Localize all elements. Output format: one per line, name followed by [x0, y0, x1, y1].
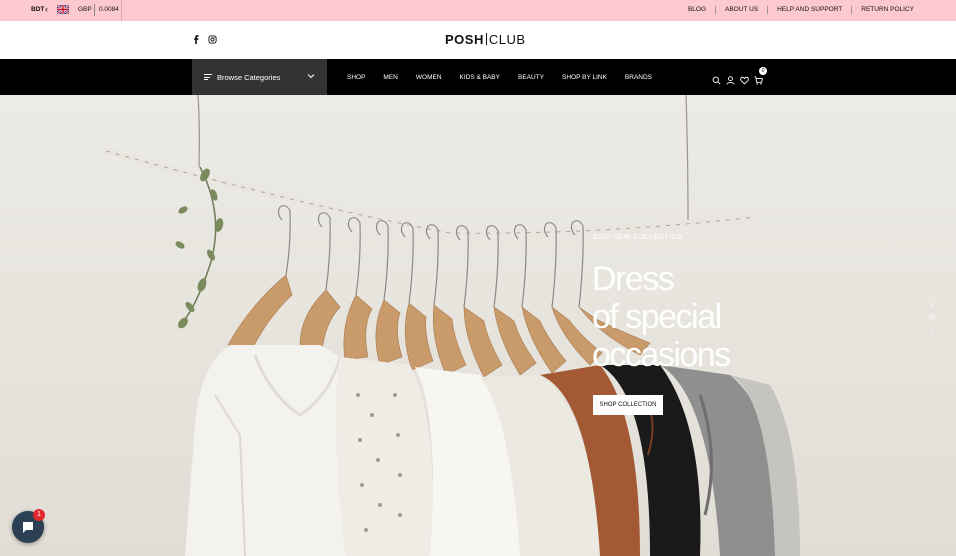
arrow-down-icon[interactable]: ↓: [926, 327, 938, 337]
heart-icon[interactable]: [740, 72, 749, 85]
exchange-rate: 0.0084: [99, 6, 119, 13]
top-bar: BDT ‹ GBP 0.0084 BLOG ABOUT US HELP AND …: [0, 0, 956, 21]
facebook-icon[interactable]: [192, 35, 201, 44]
nav-item-shop[interactable]: SHOP: [338, 74, 374, 81]
nav-item-men[interactable]: MEN: [374, 74, 406, 81]
hero-subtitle: 2020 NEW COLLECTION: [593, 234, 684, 241]
return-policy-link[interactable]: RETURN POLICY: [851, 6, 923, 14]
nav-item-shop-by-link[interactable]: SHOP BY LINK: [553, 74, 616, 81]
cart-count-badge: 0: [759, 67, 767, 75]
blog-link[interactable]: BLOG: [679, 6, 715, 14]
chat-icon: [23, 522, 33, 533]
site-logo[interactable]: POSH CLUB: [445, 32, 526, 47]
hero-headline-line: Dress: [592, 260, 675, 298]
logo-text: POSH: [445, 32, 484, 47]
arrow-up-icon[interactable]: ↑: [926, 300, 938, 310]
main-nav: Browse Categories SHOP MEN WOMEN KIDS & …: [0, 59, 956, 95]
divider: [94, 4, 95, 16]
shop-collection-button[interactable]: SHOP COLLECTION: [593, 395, 663, 415]
currency-selector[interactable]: BDT: [31, 6, 44, 13]
hero-image: [102, 95, 800, 556]
nav-item-beauty[interactable]: BEAUTY: [509, 74, 553, 81]
hero-headline-line: of special: [592, 298, 722, 336]
chevron-left-icon[interactable]: ‹: [45, 4, 48, 14]
cart-icon[interactable]: 0: [754, 67, 767, 85]
nav-item-kids-baby[interactable]: KIDS & BABY: [451, 74, 509, 81]
browse-categories-button[interactable]: Browse Categories: [192, 59, 327, 95]
slide-number: 06: [928, 315, 936, 321]
nav-icons: 0: [712, 67, 767, 85]
logo-text-club: CLUB: [488, 32, 526, 47]
chat-notification-badge: 1: [33, 509, 45, 521]
help-support-link[interactable]: HELP AND SUPPORT: [767, 6, 851, 14]
header: POSH CLUB: [0, 21, 956, 59]
logo-divider: [485, 33, 487, 45]
slide-navigation: ↑ 06 ↓: [926, 300, 938, 337]
menu-icon: [204, 73, 212, 82]
uk-flag-icon: [57, 5, 69, 14]
top-links: BLOG ABOUT US HELP AND SUPPORT RETURN PO…: [679, 6, 923, 14]
browse-label: Browse Categories: [217, 72, 281, 82]
hero-slider: 2020 NEW COLLECTION Dress of special occ…: [0, 95, 956, 556]
about-us-link[interactable]: ABOUT US: [715, 6, 767, 14]
nav-menu: SHOP MEN WOMEN KIDS & BABY BEAUTY SHOP B…: [338, 59, 661, 95]
chevron-down-icon: [307, 74, 315, 79]
hero-headline: Dress of special occasions: [592, 260, 731, 374]
social-links: [192, 35, 217, 44]
divider: [121, 0, 122, 21]
nav-item-women[interactable]: WOMEN: [407, 74, 451, 81]
hero-headline-line: occasions: [592, 336, 731, 374]
instagram-icon[interactable]: [208, 35, 217, 44]
user-icon[interactable]: [726, 72, 735, 85]
search-icon[interactable]: [712, 72, 721, 85]
nav-item-brands[interactable]: BRANDS: [616, 74, 661, 81]
alt-currency: GBP: [78, 6, 92, 13]
